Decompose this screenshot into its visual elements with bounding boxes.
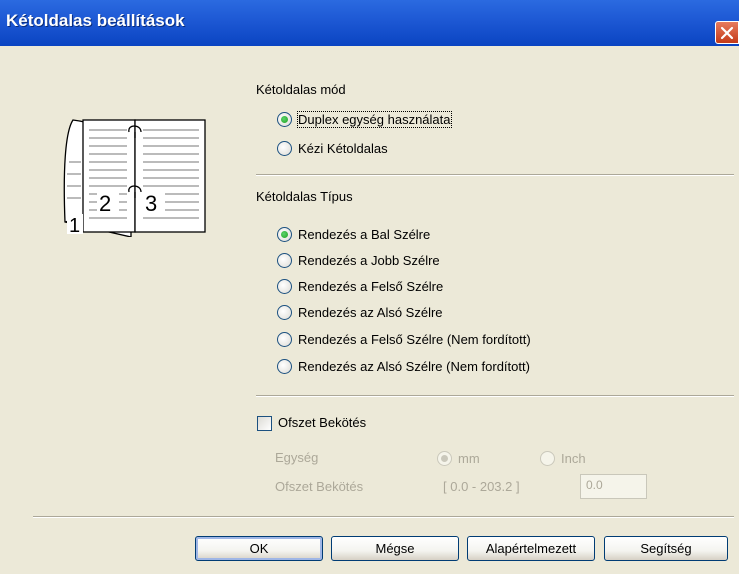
duplex-preview-image: 2 3 1: [61, 102, 211, 240]
radio-label: mm: [458, 450, 480, 466]
radio-bind-left[interactable]: Rendezés a Bal Szélre: [277, 225, 430, 243]
cancel-button[interactable]: Mégse: [331, 536, 459, 561]
radio-label: Rendezés az Alsó Szélre (Nem fordított): [298, 358, 530, 374]
separator: [256, 395, 734, 397]
ok-button[interactable]: OK: [195, 536, 323, 561]
radio-indicator[interactable]: [277, 331, 292, 347]
radio-bind-right[interactable]: Rendezés a Jobb Szélre: [277, 251, 440, 269]
radio-indicator[interactable]: [277, 252, 292, 268]
offset-value-input[interactable]: 0.0: [580, 474, 647, 499]
radio-indicator[interactable]: [437, 450, 452, 466]
radio-label: Duplex egység használata: [297, 110, 452, 128]
radio-label: Rendezés a Felső Szélre: [298, 278, 444, 294]
binding-offset-label[interactable]: Ofszet Bekötés: [278, 415, 366, 430]
book-icon: 2 3 1: [63, 119, 206, 238]
radio-indicator[interactable]: [277, 226, 292, 242]
duplex-type-label: Kétoldalas Típus: [256, 189, 353, 204]
page-number-left: 2: [99, 191, 111, 216]
radio-indicator[interactable]: [277, 304, 292, 320]
radio-bind-bottom-no-flip[interactable]: Rendezés az Alsó Szélre (Nem fordított): [277, 357, 530, 375]
page-number-back: 1: [69, 215, 80, 237]
radio-label: Inch: [561, 450, 586, 466]
radio-manual-duplex[interactable]: Kézi Kétoldalas: [277, 139, 388, 157]
window-title: Kétoldalas beállítások: [6, 11, 185, 30]
radio-bind-top-no-flip[interactable]: Rendezés a Felső Szélre (Nem fordított): [277, 330, 531, 348]
unit-label: Egység: [275, 450, 319, 465]
radio-label: Rendezés a Jobb Szélre: [298, 252, 440, 268]
radio-indicator[interactable]: [540, 450, 555, 466]
radio-unit-mm[interactable]: mm: [437, 449, 480, 467]
binding-offset-checkbox[interactable]: [257, 416, 272, 431]
offset-value-label: Ofszet Bekötés: [275, 479, 364, 494]
radio-label: Kézi Kétoldalas: [298, 140, 388, 156]
page-number-right: 3: [145, 191, 157, 216]
duplex-mode-label: Kétoldalas mód: [256, 82, 346, 97]
default-button[interactable]: Alapértelmezett: [467, 536, 595, 561]
close-icon: [720, 26, 734, 40]
close-button[interactable]: [715, 21, 739, 44]
dialog-window: Kétoldalas beállítások 2 3 1 Kétoldalas …: [0, 0, 739, 574]
radio-indicator[interactable]: [277, 278, 292, 294]
radio-duplex-unit[interactable]: Duplex egység használata: [277, 110, 452, 128]
radio-indicator[interactable]: [277, 358, 292, 374]
help-button[interactable]: Segítség: [604, 536, 728, 561]
title-bar[interactable]: Kétoldalas beállítások: [0, 0, 739, 46]
radio-label: Rendezés az Alsó Szélre: [298, 304, 443, 320]
separator: [33, 516, 734, 518]
radio-bind-top[interactable]: Rendezés a Felső Szélre: [277, 277, 443, 295]
radio-unit-inch[interactable]: Inch: [540, 449, 586, 467]
radio-label: Rendezés a Felső Szélre (Nem fordított): [298, 331, 531, 347]
radio-indicator[interactable]: [277, 111, 292, 127]
radio-bind-bottom[interactable]: Rendezés az Alsó Szélre: [277, 303, 443, 321]
separator: [256, 174, 734, 176]
dialog-content: 2 3 1 Kétoldalas mód Duplex egység haszn…: [3, 46, 739, 574]
radio-indicator[interactable]: [277, 140, 292, 156]
offset-range-text: [ 0.0 - 203.2 ]: [443, 479, 520, 494]
radio-label: Rendezés a Bal Szélre: [298, 226, 431, 242]
